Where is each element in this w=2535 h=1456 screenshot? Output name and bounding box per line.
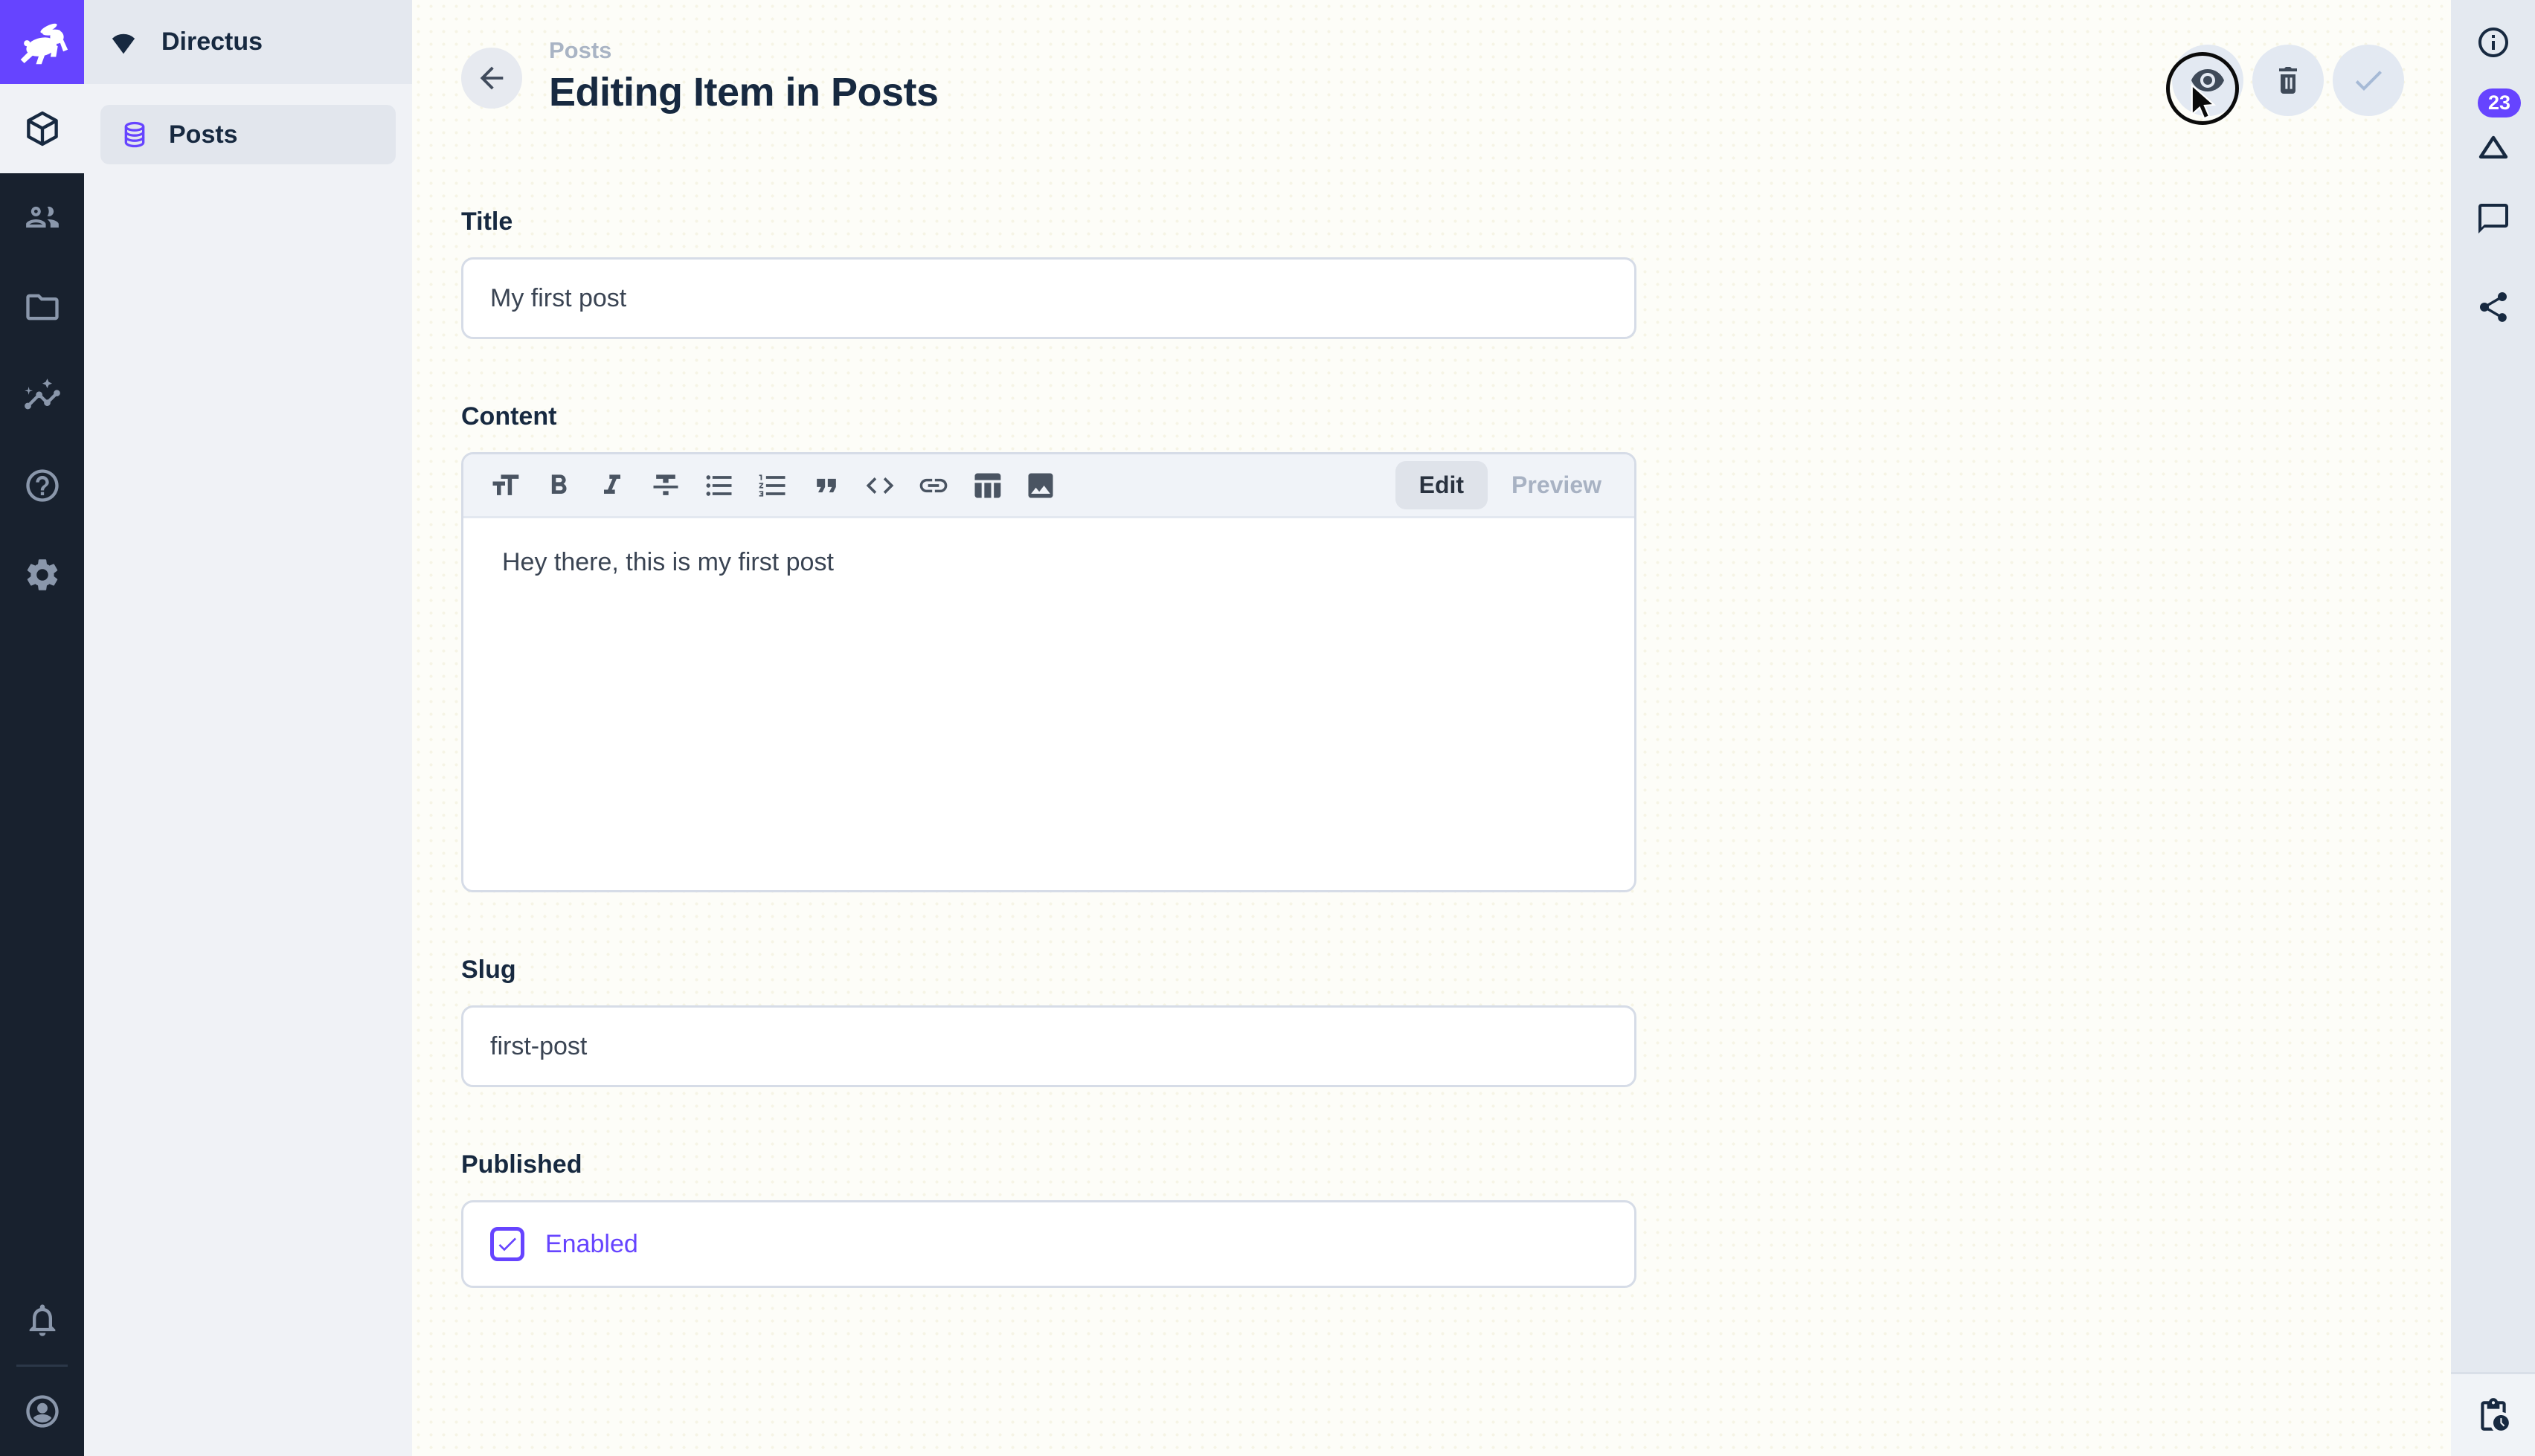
notifications-button[interactable]	[0, 1275, 84, 1365]
comment-icon	[2475, 201, 2511, 236]
editor-tabs: Edit Preview	[1395, 461, 1621, 509]
format-size-icon	[489, 469, 521, 502]
code-icon	[864, 469, 896, 502]
table-button[interactable]	[960, 459, 1014, 512]
main-content: Posts Editing Item in Posts	[412, 0, 2451, 1456]
module-bar	[0, 0, 84, 1456]
field-title-label: Title	[461, 207, 1636, 236]
strikethrough-icon	[649, 469, 682, 502]
checkmark-icon	[495, 1232, 519, 1256]
field-published: Published Enabled	[461, 1150, 1636, 1288]
nav-sidebar: Directus Posts	[84, 0, 412, 1456]
revisions-count-badge: 23	[2478, 88, 2521, 117]
wedge-icon	[106, 25, 141, 59]
share-icon	[2475, 289, 2511, 325]
bulleted-list-icon	[703, 469, 736, 502]
box-icon	[23, 109, 62, 148]
table-icon	[971, 469, 1003, 502]
page-header: Posts Editing Item in Posts	[412, 0, 2451, 116]
directus-app-window: Directus Posts Posts	[0, 0, 2535, 1456]
user-circle-icon	[23, 1392, 62, 1431]
project-name: Directus	[161, 28, 263, 57]
field-published-label: Published	[461, 1150, 1636, 1179]
account-button[interactable]	[0, 1367, 84, 1456]
module-file-library[interactable]	[0, 262, 84, 352]
field-title: Title My first post	[461, 207, 1636, 339]
title-input[interactable]: My first post	[461, 257, 1636, 339]
field-slug: Slug first-post	[461, 955, 1636, 1087]
right-sidebar-spacer	[2451, 354, 2535, 1372]
gear-icon	[23, 555, 62, 594]
slug-input[interactable]: first-post	[461, 1005, 1636, 1087]
project-header[interactable]: Directus	[84, 0, 412, 84]
check-icon	[2351, 62, 2386, 98]
field-content: Content	[461, 402, 1636, 892]
nav-item-label: Posts	[169, 120, 238, 149]
field-content-label: Content	[461, 402, 1636, 431]
revisions-button[interactable]: 23	[2451, 84, 2535, 176]
tab-preview[interactable]: Preview	[1492, 461, 1621, 509]
nav-item-posts[interactable]: Posts	[100, 105, 396, 164]
field-slug-label: Slug	[461, 955, 1636, 985]
quote-icon	[810, 469, 843, 502]
module-settings[interactable]	[0, 530, 84, 619]
strikethrough-button[interactable]	[639, 459, 693, 512]
image-icon	[1024, 469, 1057, 502]
bold-button[interactable]	[532, 459, 585, 512]
link-icon	[917, 469, 950, 502]
save-item-button[interactable]	[2333, 45, 2404, 116]
item-details-button[interactable]	[2451, 0, 2535, 84]
quote-button[interactable]	[800, 459, 853, 512]
italic-button[interactable]	[585, 459, 639, 512]
module-content[interactable]	[0, 84, 84, 173]
directus-rabbit-logo	[13, 13, 71, 71]
markdown-editor: Edit Preview Hey there, this is my first…	[461, 452, 1636, 892]
title-block: Posts Editing Item in Posts	[549, 37, 939, 115]
info-icon	[2475, 25, 2511, 60]
insights-icon	[23, 377, 62, 416]
arrow-left-icon	[475, 61, 509, 95]
published-checkbox[interactable]	[490, 1227, 524, 1261]
breadcrumb[interactable]: Posts	[549, 37, 939, 64]
image-button[interactable]	[1014, 459, 1067, 512]
nav-items: Posts	[84, 84, 412, 185]
item-edit-form: Title My first post Content	[412, 207, 2451, 1350]
module-documentation[interactable]	[0, 441, 84, 530]
published-checkbox-container: Enabled	[461, 1200, 1636, 1288]
database-icon	[120, 120, 150, 149]
code-button[interactable]	[853, 459, 907, 512]
bell-icon	[23, 1301, 62, 1339]
italic-icon	[596, 469, 629, 502]
link-button[interactable]	[907, 459, 960, 512]
back-button[interactable]	[461, 48, 522, 109]
bold-icon	[542, 469, 575, 502]
help-icon	[23, 466, 62, 505]
editor-toolbar: Edit Preview	[463, 454, 1634, 518]
eye-icon	[2190, 62, 2226, 98]
module-insights[interactable]	[0, 352, 84, 441]
shares-button[interactable]	[2451, 260, 2535, 354]
right-sidebar: 23	[2451, 0, 2535, 1456]
module-user-directory[interactable]	[0, 173, 84, 262]
clipboard-clock-icon	[2475, 1397, 2512, 1434]
format-size-button[interactable]	[478, 459, 532, 512]
preview-item-button[interactable]	[2172, 45, 2243, 116]
revisions-icon	[2475, 129, 2511, 164]
comments-button[interactable]	[2451, 176, 2535, 260]
bulleted-list-button[interactable]	[693, 459, 746, 512]
tab-edit[interactable]: Edit	[1395, 461, 1488, 509]
numbered-list-button[interactable]	[746, 459, 800, 512]
activity-button[interactable]	[2451, 1372, 2535, 1456]
numbered-list-icon	[756, 469, 789, 502]
module-bar-spacer	[0, 619, 84, 1275]
users-icon	[23, 199, 62, 237]
header-actions	[2172, 45, 2404, 116]
delete-item-button[interactable]	[2252, 45, 2324, 116]
published-checkbox-label[interactable]: Enabled	[545, 1230, 638, 1259]
trash-icon	[2270, 62, 2306, 98]
content-textarea[interactable]: Hey there, this is my first post	[463, 518, 1634, 890]
directus-logo-button[interactable]	[0, 0, 84, 84]
page-title: Editing Item in Posts	[549, 69, 939, 115]
folder-icon	[23, 288, 62, 326]
